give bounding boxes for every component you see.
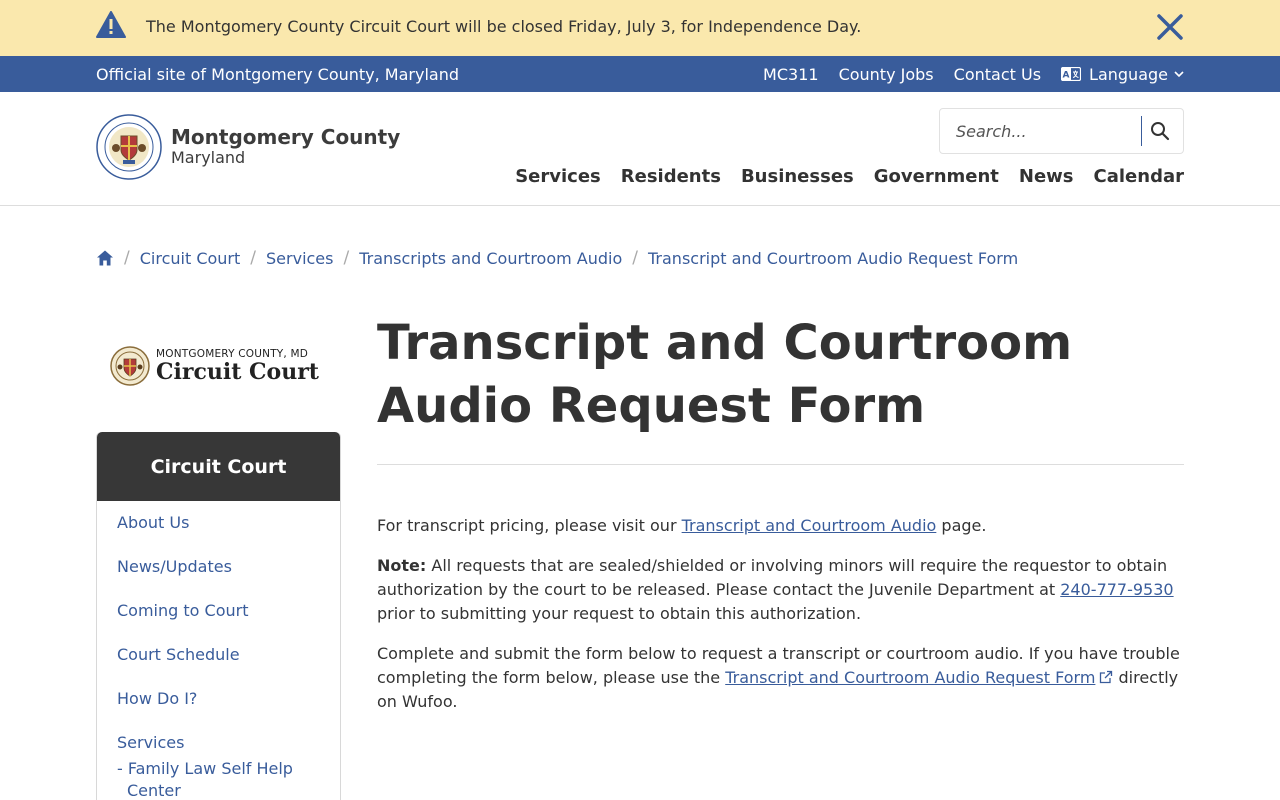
external-link-icon: [1100, 670, 1113, 684]
svg-text:A: A: [1063, 71, 1070, 81]
sidebar-item-about-us[interactable]: About Us: [117, 501, 340, 545]
search-icon[interactable]: [1150, 121, 1170, 141]
close-icon[interactable]: [1156, 13, 1184, 41]
language-selector[interactable]: A Language: [1061, 65, 1184, 84]
wufoo-form-link[interactable]: Transcript and Courtroom Audio Request F…: [725, 668, 1095, 687]
search-divider: [1141, 116, 1142, 146]
sidebar-item-court-schedule[interactable]: Court Schedule: [117, 633, 340, 677]
nav-government[interactable]: Government: [874, 166, 999, 187]
sidebar-item-news-updates[interactable]: News/Updates: [117, 545, 340, 589]
language-icon: A: [1061, 67, 1082, 81]
nav-news[interactable]: News: [1019, 166, 1074, 187]
breadcrumb-separator: /: [124, 248, 130, 268]
breadcrumb-transcripts[interactable]: Transcripts and Courtroom Audio: [359, 249, 622, 268]
breadcrumb-separator: /: [343, 248, 350, 268]
alert-message: The Montgomery County Circuit Court will…: [146, 17, 862, 36]
court-logo-text: MONTGOMERY COUNTY, MD Circuit Court: [156, 349, 319, 384]
language-label: Language: [1089, 64, 1168, 84]
breadcrumb-circuit-court[interactable]: Circuit Court: [140, 249, 241, 268]
sidebar-item-coming-to-court[interactable]: Coming to Court: [117, 589, 340, 633]
contact-us-link[interactable]: Contact Us: [954, 65, 1041, 84]
sidebar-list: About Us News/Updates Coming to Court Co…: [97, 501, 340, 800]
search-input[interactable]: [940, 109, 1140, 153]
breadcrumb-separator: /: [250, 248, 257, 268]
county-jobs-link[interactable]: County Jobs: [839, 65, 934, 84]
pricing-text-after: page.: [936, 516, 987, 535]
note-paragraph: Note: All requests that are sealed/shiel…: [377, 554, 1184, 626]
note-label: Note:: [377, 556, 427, 575]
logo-text: Montgomery County Maryland: [171, 126, 400, 167]
title-divider: [377, 464, 1184, 465]
mc311-link[interactable]: MC311: [763, 65, 819, 84]
sidebar-item-how-do-i[interactable]: How Do I?: [117, 677, 340, 721]
instructions-paragraph: Complete and submit the form below to re…: [377, 642, 1184, 714]
sidebar-subitem-label: - Family Law Self Help Center: [117, 759, 293, 800]
breadcrumb: / Circuit Court / Services / Transcripts…: [96, 248, 1018, 268]
pricing-text-before: For transcript pricing, please visit our: [377, 516, 682, 535]
sidebar-nav: Circuit Court About Us News/Updates Comi…: [96, 432, 341, 800]
main-nav: Services Residents Businesses Government…: [495, 166, 1184, 187]
sidebar-heading[interactable]: Circuit Court: [97, 432, 340, 501]
page-title: Transcript and Courtroom Audio Request F…: [377, 315, 1073, 434]
chevron-down-icon: [1174, 71, 1184, 78]
warning-icon: [96, 11, 126, 38]
county-logo[interactable]: Montgomery County Maryland: [96, 114, 400, 180]
utility-bar: Official site of Montgomery County, Mary…: [0, 56, 1280, 92]
juvenile-phone-link[interactable]: 240-777-9530: [1060, 580, 1173, 599]
county-seal-icon: [96, 114, 162, 180]
circuit-court-logo[interactable]: MONTGOMERY COUNTY, MD Circuit Court: [110, 346, 319, 386]
nav-services[interactable]: Services: [515, 166, 601, 187]
nav-calendar[interactable]: Calendar: [1094, 166, 1184, 187]
sidebar-subitem-family-law[interactable]: - Family Law Self Help Center: [117, 758, 307, 800]
official-site-text: Official site of Montgomery County, Mary…: [96, 65, 460, 84]
breadcrumb-current[interactable]: Transcript and Courtroom Audio Request F…: [648, 249, 1018, 268]
breadcrumb-separator: /: [632, 248, 638, 268]
alert-banner: The Montgomery County Circuit Court will…: [0, 0, 1280, 56]
nav-businesses[interactable]: Businesses: [741, 166, 854, 187]
note-text-before: All requests that are sealed/shielded or…: [377, 556, 1168, 599]
main-content: For transcript pricing, please visit our…: [377, 514, 1184, 730]
pricing-paragraph: For transcript pricing, please visit our…: [377, 514, 1184, 538]
utility-links: MC311 County Jobs Contact Us A Language: [743, 56, 1184, 92]
court-logo-big: Circuit Court: [156, 359, 319, 386]
logo-state: Maryland: [171, 148, 246, 168]
court-logo-small: MONTGOMERY COUNTY, MD: [156, 347, 309, 360]
transcript-audio-link[interactable]: Transcript and Courtroom Audio: [682, 516, 937, 535]
home-icon[interactable]: [96, 249, 114, 267]
site-header: Montgomery County Maryland Services Resi…: [0, 92, 1280, 206]
court-seal-icon: [110, 346, 150, 386]
note-text-after: prior to submitting your request to obta…: [377, 604, 862, 623]
nav-residents[interactable]: Residents: [621, 166, 721, 187]
breadcrumb-services[interactable]: Services: [266, 249, 333, 268]
logo-name: Montgomery County: [171, 125, 401, 150]
search-box: [939, 108, 1184, 154]
